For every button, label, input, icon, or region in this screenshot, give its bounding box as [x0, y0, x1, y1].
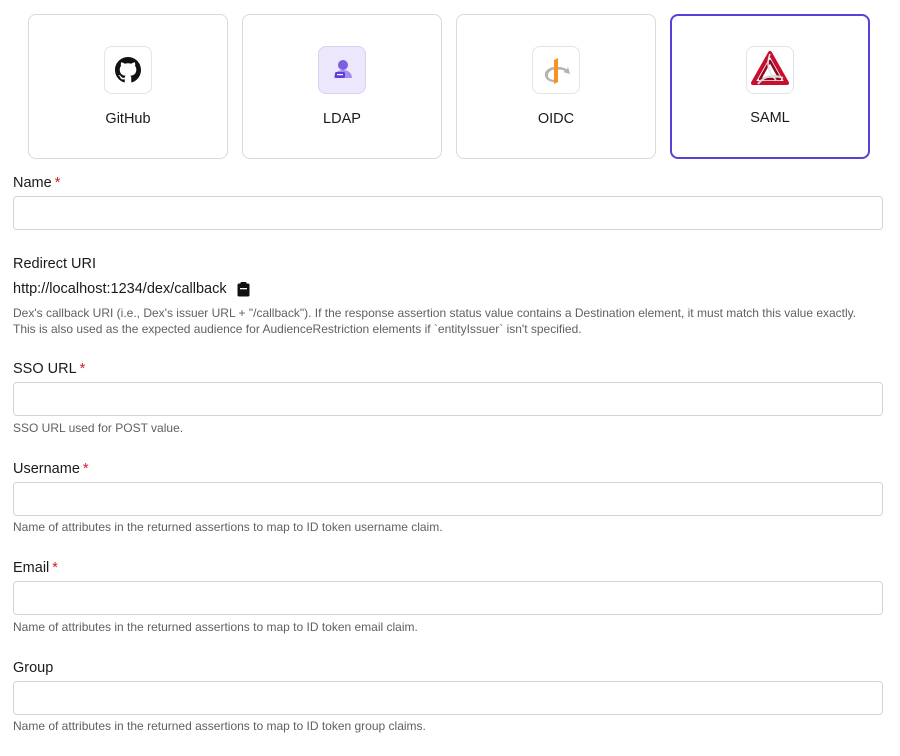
email-input[interactable]	[13, 581, 883, 615]
ldap-user-icon	[334, 60, 352, 78]
redirect-uri-help-line1: Dex's callback URI (i.e., Dex's issuer U…	[13, 306, 857, 320]
provider-card-oidc[interactable]: OIDC	[456, 14, 656, 159]
username-label: Username *	[13, 461, 89, 477]
provider-label-github: GitHub	[105, 111, 151, 127]
username-input[interactable]	[13, 482, 883, 516]
saml-logo-frame	[746, 46, 794, 94]
provider-card-saml[interactable]: SAML	[670, 14, 870, 159]
sso-url-label: SSO URL *	[13, 361, 85, 377]
github-logo-frame	[104, 46, 152, 94]
sso-url-required-mark: *	[79, 361, 86, 377]
ldap-logo-frame	[318, 46, 366, 94]
email-required-mark: *	[52, 560, 58, 576]
copy-icon[interactable]	[237, 281, 251, 297]
oidc-logo-frame	[532, 46, 580, 94]
github-icon	[115, 57, 141, 83]
openid-icon	[544, 58, 570, 84]
sso-url-help: SSO URL used for POST value.	[13, 421, 184, 435]
group-help: Name of attributes in the returned asser…	[13, 719, 426, 733]
email-help: Name of attributes in the returned asser…	[13, 620, 418, 634]
redirect-uri-label: Redirect URI	[13, 256, 96, 272]
redirect-uri-value: http://localhost:1234/dex/callback	[13, 281, 227, 297]
redirect-uri-row: http://localhost:1234/dex/callback	[13, 281, 251, 297]
email-label: Email *	[13, 560, 58, 576]
provider-label-oidc: OIDC	[537, 111, 575, 127]
redirect-uri-help-line2: This is also used as the expected audien…	[13, 322, 582, 336]
saml-logo-icon	[751, 51, 789, 85]
group-input[interactable]	[13, 681, 883, 715]
group-label: Group	[13, 660, 54, 676]
name-required-mark: *	[54, 175, 61, 191]
username-required-mark: *	[82, 461, 89, 477]
sso-url-label-text: SSO URL	[13, 361, 77, 377]
email-label-text: Email	[13, 560, 50, 576]
name-input[interactable]	[13, 196, 883, 230]
username-help: Name of attributes in the returned asser…	[13, 520, 443, 534]
provider-card-ldap[interactable]: LDAP	[242, 14, 442, 159]
provider-card-github[interactable]: GitHub	[28, 14, 228, 159]
provider-label-ldap: LDAP	[323, 111, 361, 127]
username-label-text: Username	[13, 461, 80, 477]
provider-selector: GitHub LDAP OIDC SAML	[28, 14, 870, 160]
provider-label-saml: SAML	[750, 110, 790, 126]
name-label: Name *	[13, 175, 60, 191]
sso-url-input[interactable]	[13, 382, 883, 416]
name-label-text: Name	[13, 175, 52, 191]
